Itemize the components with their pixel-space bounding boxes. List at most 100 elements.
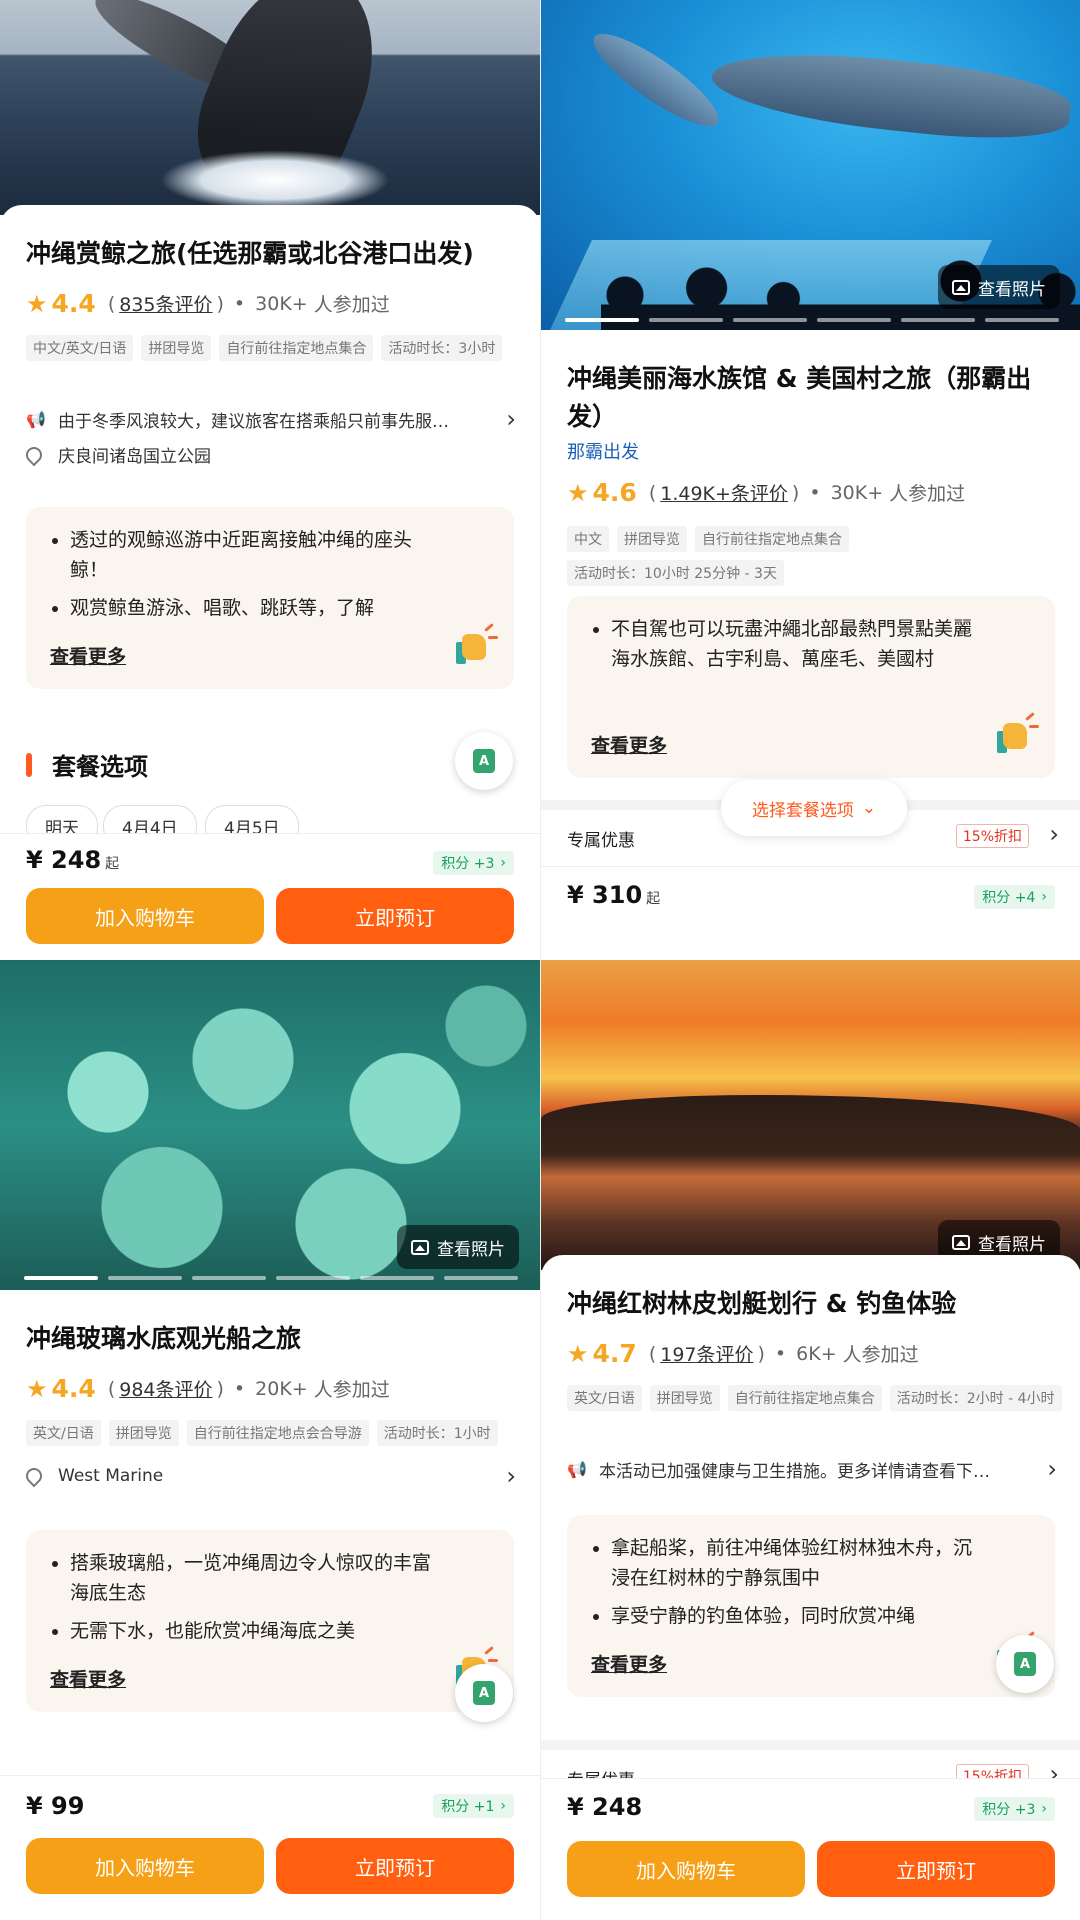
price: ¥ 310 起 (567, 881, 661, 909)
booking-footer: ¥ 310 起 积分 +4 › (541, 866, 1080, 960)
tag: 中文 (567, 526, 609, 552)
highlights-box: 透过的观鲸巡游中近距离接触冲绳的座头鲸！ 观赏鲸鱼游泳、唱歌、跳跃等，了解 查看… (26, 507, 514, 689)
participants-label: 人参加过 (313, 294, 390, 316)
price: ¥ 248 (567, 1793, 643, 1821)
highlight-item: 透过的观鲸巡游中近距离接触冲绳的座头鲸！ (70, 525, 444, 585)
highlight-item: 观赏鲸鱼游泳、唱歌、跳跃等，了解 (70, 593, 444, 623)
notice-text: 由于冬季风浪较大，建议旅客在搭乘船只前事先服… (58, 411, 449, 432)
activity-title: 冲绳赏鲸之旅(任选那霸或北谷港口出发) (26, 239, 474, 268)
tag: 中文/英文/日语 (26, 335, 134, 361)
book-now-button[interactable]: 立即预订 (817, 1841, 1055, 1897)
reviews-link[interactable]: 1.49K+条评价 (660, 479, 788, 506)
exclusive-offer-label: 专属优惠 (567, 831, 635, 851)
tag: 自行前往指定地点会合导游 (186, 1420, 369, 1446)
chevron-right-icon: › (506, 405, 516, 433)
highlight-item: 享受宁静的钓鱼体验，同时欣赏冲绳 (611, 1601, 985, 1631)
translate-button[interactable]: A (455, 732, 513, 790)
tag: 英文/日语 (26, 1420, 101, 1446)
reviews-link[interactable]: 197条评价 (660, 1340, 753, 1367)
participants-count: 20K+ (255, 1377, 308, 1400)
view-photos-button[interactable]: 查看照片 (938, 265, 1060, 309)
translate-button[interactable]: A (996, 1635, 1054, 1693)
notice-text: 本活动已加强健康与卫生措施。更多详情请查看下… (599, 1461, 990, 1482)
select-package-button[interactable]: 选择套餐选项 ⌄ (721, 780, 907, 836)
location-pin-icon (22, 443, 46, 466)
see-more-link[interactable]: 查看更多 (591, 1650, 667, 1677)
image-icon (411, 1239, 429, 1255)
carousel-indicator (565, 318, 1059, 322)
see-more-link[interactable]: 查看更多 (50, 1665, 126, 1692)
see-more-link[interactable]: 查看更多 (50, 642, 126, 669)
highlight-item: 搭乘玻璃船，一览冲绳周边令人惊叹的丰富海底生态 (70, 1548, 444, 1608)
points-badge[interactable]: 积分 +4 › (974, 885, 1055, 909)
participants-count: 30K+ (255, 292, 308, 315)
tag: 活动时长：3小时 (381, 335, 503, 361)
image-icon (952, 279, 970, 295)
activity-panel-kayak: 查看照片 冲绳红树林皮划艇划行 & 钓鱼体验 ★ 4.7 (197条评价) • … (540, 960, 1080, 1920)
rating-score: 4.4 (51, 1374, 96, 1403)
tag-list: 英文/日语 拼团导览 自行前往指定地点集合 活动时长：2小时 - 4小时 (567, 1385, 1067, 1411)
book-now-button[interactable]: 立即预订 (276, 888, 514, 944)
view-photos-button[interactable]: 查看照片 (397, 1225, 519, 1269)
megaphone-icon: 📢 (567, 1459, 587, 1479)
translate-icon: A (1014, 1652, 1036, 1676)
participants-label: 人参加过 (313, 1379, 390, 1401)
notice-row[interactable]: 📢 本活动已加强健康与卫生措施。更多详情请查看下… › (567, 1455, 1057, 1483)
tag: 自行前往指定地点集合 (727, 1385, 882, 1411)
book-now-button[interactable]: 立即预订 (276, 1838, 514, 1894)
location-pin-icon (22, 1464, 46, 1488)
highlights-box: 不自駕也可以玩盡沖繩北部最熱門景點美麗海水族館、古宇利島、萬座毛、美國村 查看更… (567, 596, 1055, 778)
chevron-right-icon: › (1047, 1455, 1057, 1483)
booking-footer: ¥ 99 积分 +1 › 加入购物车 立即预订 (0, 1775, 540, 1920)
highlights-box: 搭乘玻璃船，一览冲绳周边令人惊叹的丰富海底生态 无需下水，也能欣赏冲绳海底之美 … (26, 1530, 514, 1712)
translate-button[interactable]: A (455, 1664, 513, 1722)
thumbs-up-icon (456, 622, 498, 666)
activity-title: 冲绳红树林皮划艇划行 & 钓鱼体验 (567, 1289, 957, 1318)
location-text: West Marine (58, 1466, 164, 1486)
activity-panel-glass-boat: 查看照片 冲绳玻璃水底观光船之旅 ★ 4.4 (984条评价) • 20K+ 人… (0, 960, 540, 1920)
highlight-item: 拿起船桨，前往冲绳体验红树林独木舟，沉浸在红树林的宁静氛围中 (611, 1533, 985, 1593)
highlight-item: 不自駕也可以玩盡沖繩北部最熱門景點美麗海水族館、古宇利島、萬座毛、美國村 (611, 614, 985, 674)
tag: 拼团导览 (649, 1385, 720, 1411)
activity-panel-whale: 冲绳赏鲸之旅(任选那霸或北谷港口出发) ★ 4.4 (835条评价) • 30K… (0, 0, 540, 960)
star-icon: ★ (26, 1374, 48, 1403)
chevron-down-double-icon: ⌄ (861, 798, 877, 818)
discount-badge: 15%折扣 (955, 824, 1029, 848)
price: ¥ 99 (26, 1792, 85, 1820)
activity-title: 冲绳玻璃水底观光船之旅 (26, 1324, 302, 1353)
tag-list: 英文/日语 拼团导览 自行前往指定地点会合导游 活动时长：1小时 (26, 1420, 526, 1446)
rating-score: 4.6 (592, 478, 637, 507)
tag: 拼团导览 (617, 526, 687, 552)
points-badge[interactable]: 积分 +3 › (974, 1797, 1055, 1821)
chevron-right-icon: › (506, 1462, 516, 1490)
reviews-link[interactable]: 835条评价 (119, 290, 212, 317)
tag: 英文/日语 (567, 1385, 642, 1411)
hero-image-whale[interactable] (0, 0, 540, 215)
add-to-cart-button[interactable]: 加入购物车 (26, 1838, 264, 1894)
tag-list: 中文 拼团导览 自行前往指定地点集合 活动时长：10小时 25分钟 - 3天 (567, 526, 1067, 586)
rating-row: ★ 4.6 (1.49K+条评价) • 30K+ 人参加过 (567, 478, 966, 507)
add-to-cart-button[interactable]: 加入购物车 (26, 888, 264, 944)
activity-title: 冲绳美丽海水族馆 & 美国村之旅（那霸出发） (567, 364, 1032, 431)
add-to-cart-button[interactable]: 加入购物车 (567, 1841, 805, 1897)
booking-footer: ¥ 248 起 积分 +3 › 加入购物车 立即预订 (0, 833, 540, 960)
thumbs-up-icon (997, 711, 1039, 755)
tag: 自行前往指定地点集合 (219, 335, 374, 361)
notice-row[interactable]: 📢 由于冬季风浪较大，建议旅客在搭乘船只前事先服… › (26, 405, 516, 433)
rating-score: 4.4 (51, 289, 96, 318)
star-icon: ★ (567, 478, 589, 507)
activity-card: 冲绳美丽海水族馆 & 美国村之旅（那霸出发） 那霸出发 ★ 4.6 (1.49K… (541, 330, 1080, 830)
activity-panel-aquarium: 查看照片 冲绳美丽海水族馆 & 美国村之旅（那霸出发） 那霸出发 ★ 4.6 (… (540, 0, 1080, 960)
tag: 活动时长：10小时 25分钟 - 3天 (567, 560, 784, 586)
translate-icon: A (473, 749, 495, 773)
star-icon: ★ (26, 289, 48, 318)
reviews-link[interactable]: 984条评价 (119, 1375, 212, 1402)
points-badge[interactable]: 积分 +1 › (433, 1794, 514, 1818)
participants-count: 30K+ (830, 481, 884, 504)
booking-footer: ¥ 248 积分 +3 › 加入购物车 立即预订 (541, 1778, 1080, 1920)
location-row[interactable]: West Marine › (22, 1462, 516, 1490)
origin-label: 那霸出发 (567, 442, 639, 463)
points-badge[interactable]: 积分 +3 › (433, 851, 514, 875)
see-more-link[interactable]: 查看更多 (591, 731, 667, 758)
tag: 自行前往指定地点集合 (695, 526, 849, 552)
